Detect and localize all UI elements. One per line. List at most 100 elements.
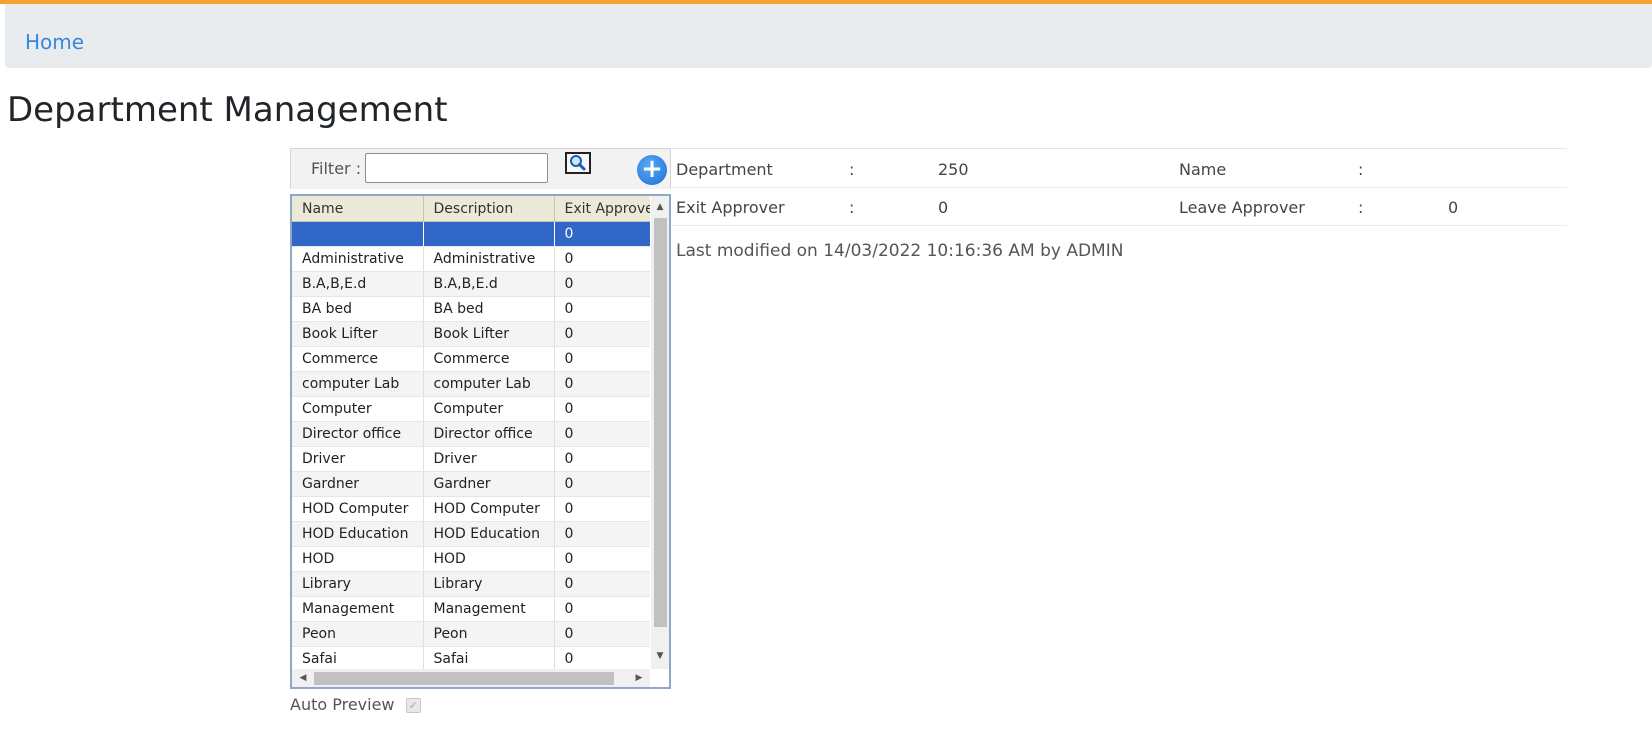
scroll-down-icon[interactable]: ▼: [651, 647, 669, 665]
breadcrumb-home-link[interactable]: Home: [25, 30, 84, 54]
table-row[interactable]: Computer Computer 0: [292, 396, 650, 422]
cell-description: Library: [423, 571, 555, 597]
table-row[interactable]: HOD Computer HOD Computer 0: [292, 496, 650, 522]
cell-exit-approver: 0: [554, 571, 650, 597]
cell-exit-approver: 0: [554, 646, 650, 669]
filter-bar: Filter : +: [290, 148, 671, 189]
department-detail-panel: Department : 250 Name : Exit Approver : …: [672, 148, 1567, 261]
filter-label: Filter :: [311, 159, 362, 178]
cell-exit-approver: 0: [554, 521, 650, 547]
cell-name: B.A,B,E.d: [292, 271, 424, 297]
leave-approver-separator: :: [1358, 198, 1364, 217]
table-row[interactable]: Commerce Commerce 0: [292, 346, 650, 372]
grid-header-row: Name Description Exit Approver: [292, 196, 650, 222]
cell-exit-approver: 0: [554, 246, 650, 272]
grid-viewport: Name Description Exit Approver 0 Administ…: [292, 196, 650, 669]
cell-name: Administrative: [292, 246, 424, 272]
leave-approver-label: Leave Approver: [1179, 198, 1305, 217]
cell-name: Peon: [292, 621, 424, 647]
cell-name: HOD Education: [292, 521, 424, 547]
name-label: Name: [1179, 160, 1227, 179]
plus-icon: +: [641, 154, 663, 184]
department-grid: Name Description Exit Approver 0 Administ…: [290, 194, 671, 689]
table-row[interactable]: HOD HOD 0: [292, 546, 650, 572]
cell-name: BA bed: [292, 296, 424, 322]
grid-body: 0 Administrative Administrative 0 B.A,B,E.d B…: [292, 221, 650, 669]
page-title: Department Management: [7, 90, 448, 130]
table-row[interactable]: Driver Driver 0: [292, 446, 650, 472]
table-row[interactable]: B.A,B,E.d B.A,B,E.d 0: [292, 271, 650, 297]
table-row[interactable]: 0: [292, 221, 650, 247]
table-row[interactable]: Peon Peon 0: [292, 621, 650, 647]
department-separator: :: [849, 160, 855, 179]
table-row[interactable]: Library Library 0: [292, 571, 650, 597]
column-header-exit-approver[interactable]: Exit Approver: [554, 196, 650, 222]
table-row[interactable]: BA bed BA bed 0: [292, 296, 650, 322]
cell-description: [423, 221, 555, 247]
scroll-up-icon[interactable]: ▲: [651, 198, 669, 216]
breadcrumb: Home: [5, 4, 1652, 68]
cell-exit-approver: 0: [554, 346, 650, 372]
column-header-name[interactable]: Name: [292, 196, 424, 222]
cell-exit-approver: 0: [554, 396, 650, 422]
auto-preview-checkbox[interactable]: ✓: [405, 698, 421, 713]
cell-description: Driver: [423, 446, 555, 472]
last-modified-text: Last modified on 14/03/2022 10:16:36 AM …: [676, 241, 1124, 261]
cell-name: Gardner: [292, 471, 424, 497]
cell-exit-approver: 0: [554, 471, 650, 497]
table-row[interactable]: computer Lab computer Lab 0: [292, 371, 650, 397]
cell-name: Director office: [292, 421, 424, 447]
auto-preview-label: Auto Preview: [290, 695, 395, 714]
cell-exit-approver: 0: [554, 421, 650, 447]
cell-description: computer Lab: [423, 371, 555, 397]
exit-approver-value: 0: [938, 198, 949, 217]
exit-approver-separator: :: [849, 198, 855, 217]
table-row[interactable]: Gardner Gardner 0: [292, 471, 650, 497]
cell-description: Administrative: [423, 246, 555, 272]
cell-description: Commerce: [423, 346, 555, 372]
scroll-left-icon[interactable]: ◀: [294, 669, 312, 687]
cell-exit-approver: 0: [554, 596, 650, 622]
search-button[interactable]: [565, 152, 591, 174]
column-header-description[interactable]: Description: [423, 196, 555, 222]
cell-name: Safai: [292, 646, 424, 669]
auto-preview: Auto Preview ✓: [290, 695, 421, 714]
horizontal-scroll-thumb[interactable]: [314, 672, 614, 685]
cell-name: Library: [292, 571, 424, 597]
table-row[interactable]: Safai Safai 0: [292, 646, 650, 669]
cell-description: Computer: [423, 396, 555, 422]
cell-exit-approver: 0: [554, 321, 650, 347]
table-row[interactable]: HOD Education HOD Education 0: [292, 521, 650, 547]
cell-description: HOD Education: [423, 521, 555, 547]
cell-description: Management: [423, 596, 555, 622]
vertical-scroll-thumb[interactable]: [654, 218, 667, 627]
cell-name: Driver: [292, 446, 424, 472]
cell-description: B.A,B,E.d: [423, 271, 555, 297]
horizontal-scrollbar[interactable]: ◀ ▶: [292, 669, 650, 687]
filter-input[interactable]: [365, 153, 548, 183]
cell-description: Gardner: [423, 471, 555, 497]
cell-exit-approver: 0: [554, 221, 650, 247]
cell-name: HOD: [292, 546, 424, 572]
cell-exit-approver: 0: [554, 546, 650, 572]
table-row[interactable]: Administrative Administrative 0: [292, 246, 650, 272]
cell-exit-approver: 0: [554, 296, 650, 322]
table-row[interactable]: Management Management 0: [292, 596, 650, 622]
cell-name: HOD Computer: [292, 496, 424, 522]
leave-approver-value: 0: [1448, 198, 1459, 217]
search-icon: [570, 155, 586, 171]
cell-name: Computer: [292, 396, 424, 422]
table-row[interactable]: Director office Director office 0: [292, 421, 650, 447]
vertical-scrollbar[interactable]: ▲ ▼: [651, 196, 669, 669]
cell-description: Director office: [423, 421, 555, 447]
cell-name: [292, 221, 424, 247]
cell-exit-approver: 0: [554, 496, 650, 522]
cell-name: Book Lifter: [292, 321, 424, 347]
scroll-right-icon[interactable]: ▶: [630, 669, 648, 687]
cell-description: HOD: [423, 546, 555, 572]
table-row[interactable]: Book Lifter Book Lifter 0: [292, 321, 650, 347]
add-department-button[interactable]: +: [637, 155, 667, 185]
detail-row-1: Department : 250 Name :: [672, 149, 1567, 188]
cell-description: BA bed: [423, 296, 555, 322]
cell-exit-approver: 0: [554, 271, 650, 297]
